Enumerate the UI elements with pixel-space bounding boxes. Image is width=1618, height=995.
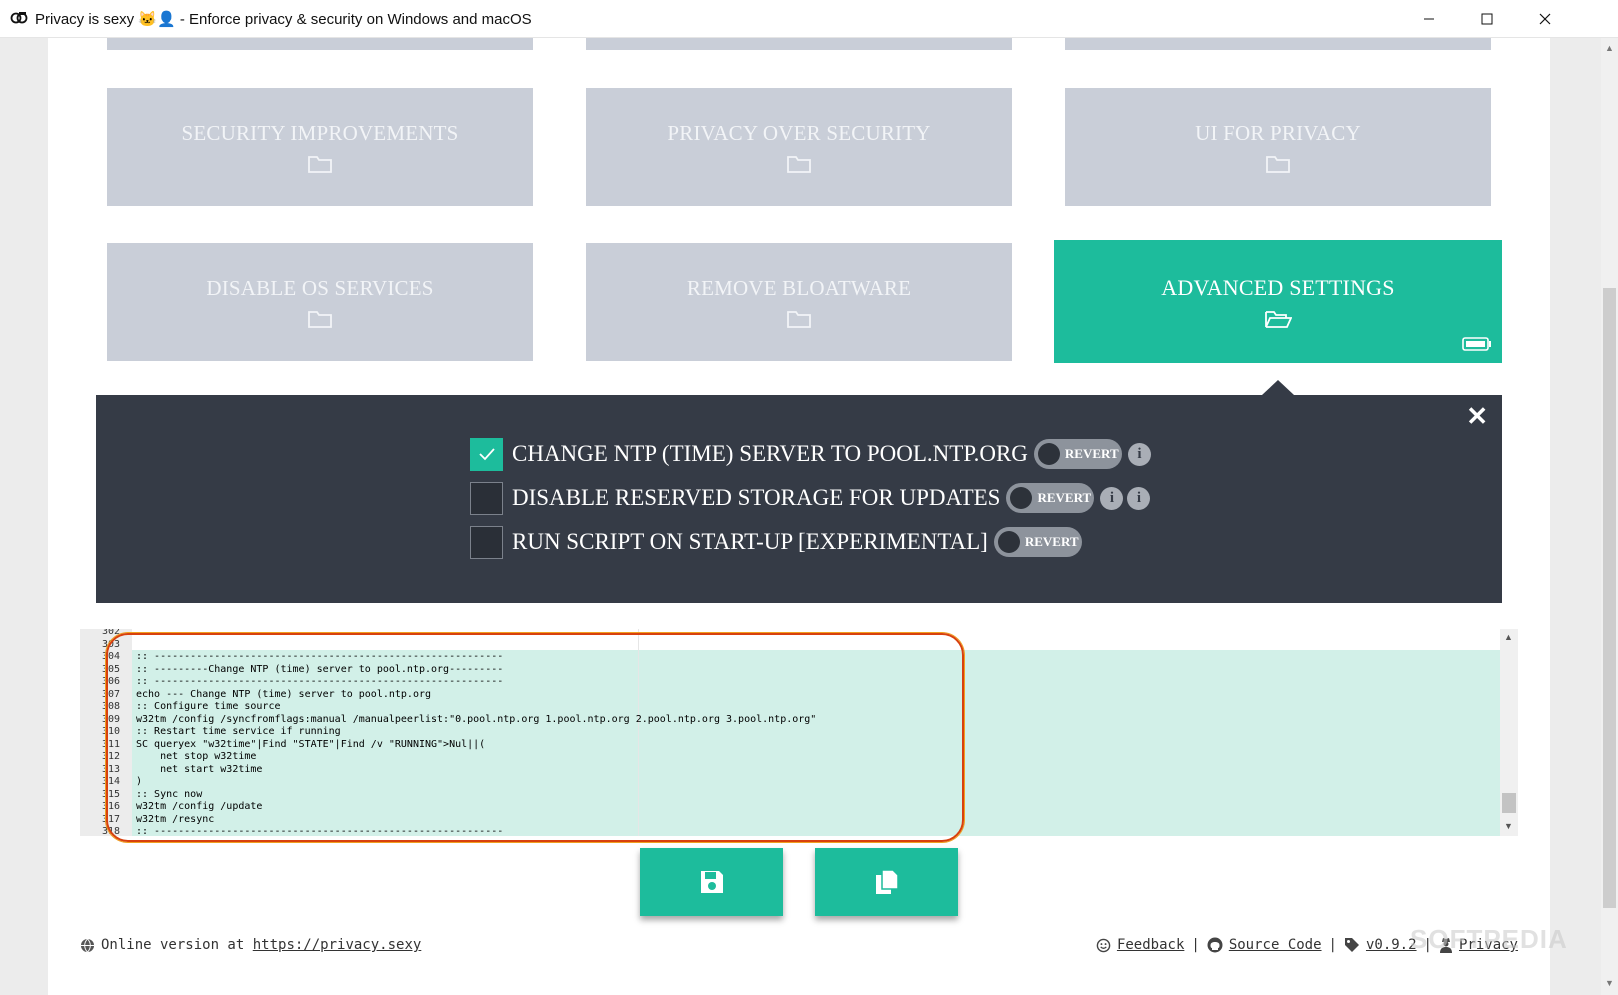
toggle-label: REVERT xyxy=(1037,490,1092,505)
maximize-button[interactable] xyxy=(1458,0,1516,38)
right-gutter xyxy=(1550,38,1601,995)
close-icon xyxy=(1539,13,1551,25)
info-icon[interactable]: i xyxy=(1100,486,1124,510)
checkmark-icon xyxy=(478,448,495,461)
footer-online-version: Online version at https://privacy.sexy xyxy=(80,937,421,953)
save-button[interactable] xyxy=(640,848,783,916)
card-label: PRIVACY OVER SECURITY xyxy=(667,120,931,145)
floppy-disk-icon xyxy=(700,871,723,893)
folder-icon xyxy=(308,155,332,173)
annotation-outline xyxy=(106,633,964,842)
script-row-ntp[interactable]: CHANGE NTP (TIME) SERVER TO POOL.NTP.ORG… xyxy=(470,437,1151,471)
panel-pointer xyxy=(1262,380,1294,395)
card-partial[interactable] xyxy=(1065,38,1491,50)
script-checkbox[interactable] xyxy=(470,437,503,471)
script-checkbox[interactable] xyxy=(470,525,503,559)
info-icon[interactable]: i xyxy=(1127,442,1151,466)
script-label[interactable]: RUN SCRIPT ON START-UP [EXPERIMENTAL] xyxy=(512,529,988,555)
toggle-knob xyxy=(1037,443,1060,465)
github-icon xyxy=(1207,937,1223,953)
script-row-startup[interactable]: RUN SCRIPT ON START-UP [EXPERIMENTAL] RE… xyxy=(470,525,1082,559)
script-checkbox[interactable] xyxy=(470,481,503,515)
script-row-reserved-storage[interactable]: DISABLE RESERVED STORAGE FOR UPDATES REV… xyxy=(470,481,1151,515)
copy-icon xyxy=(875,869,899,894)
footer-separator: | xyxy=(1328,937,1337,953)
code-scrollbar[interactable]: ▲ ▼ xyxy=(1500,629,1518,836)
card-label: SECURITY IMPROVEMENTS xyxy=(181,120,459,145)
minimize-button[interactable] xyxy=(1400,0,1458,38)
source-code-link[interactable]: Source Code xyxy=(1229,937,1322,953)
card-label: REMOVE BLOATWARE xyxy=(686,275,912,300)
scroll-up-arrow-icon[interactable]: ▲ xyxy=(1604,43,1615,54)
close-window-button[interactable] xyxy=(1516,0,1574,38)
folder-icon xyxy=(787,310,811,328)
code-scroll-up-icon[interactable]: ▲ xyxy=(1504,632,1513,642)
card-security-improvements[interactable]: SECURITY IMPROVEMENTS xyxy=(107,88,533,206)
script-label[interactable]: DISABLE RESERVED STORAGE FOR UPDATES xyxy=(512,485,1000,511)
scrollbar-thumb[interactable] xyxy=(1603,288,1616,908)
card-privacy-over-security[interactable]: PRIVACY OVER SECURITY xyxy=(586,88,1012,206)
card-label: ADVANCED SETTINGS xyxy=(1161,274,1395,300)
footer-separator: | xyxy=(1191,937,1200,953)
folder-icon xyxy=(308,310,332,328)
card-label: UI FOR PRIVACY xyxy=(1195,120,1361,145)
card-advanced-settings[interactable]: ADVANCED SETTINGS xyxy=(1054,240,1502,363)
info-icon[interactable]: i xyxy=(1127,486,1151,510)
version-link[interactable]: v0.9.2 xyxy=(1366,937,1417,953)
folder-icon xyxy=(1266,155,1290,173)
globe-icon xyxy=(80,938,95,952)
revert-toggle[interactable]: REVERT xyxy=(1033,439,1122,469)
card-label: DISABLE OS SERVICES xyxy=(206,275,434,300)
title-bar: Privacy is sexy 🐱‍👤 - Enforce privacy & … xyxy=(0,0,1618,38)
smiley-icon xyxy=(1096,938,1111,952)
card-partial[interactable] xyxy=(107,38,533,50)
app-icon xyxy=(10,12,28,24)
scroll-down-arrow-icon[interactable]: ▼ xyxy=(1604,978,1615,989)
card-remove-bloatware[interactable]: REMOVE BLOATWARE xyxy=(586,243,1012,361)
feedback-link[interactable]: Feedback xyxy=(1117,937,1184,953)
window-scrollbar[interactable]: ▲ ▼ xyxy=(1601,38,1618,995)
code-scrollbar-thumb[interactable] xyxy=(1502,793,1516,813)
left-gutter xyxy=(0,38,48,995)
scripts-panel: ✕ CHANGE NTP (TIME) SERVER TO POOL.NTP.O… xyxy=(96,395,1502,603)
toggle-label: REVERT xyxy=(1064,446,1119,461)
window-title: Privacy is sexy 🐱‍👤 - Enforce privacy & … xyxy=(35,11,532,28)
online-version-link[interactable]: https://privacy.sexy xyxy=(253,937,422,953)
watermark: SOFTPEDIA xyxy=(1410,924,1568,954)
card-partial[interactable] xyxy=(586,38,1012,50)
revert-toggle[interactable]: REVERT xyxy=(993,527,1082,557)
folder-icon xyxy=(787,155,811,173)
tag-icon xyxy=(1344,938,1359,952)
card-ui-for-privacy[interactable]: UI FOR PRIVACY xyxy=(1065,88,1491,206)
close-panel-icon[interactable]: ✕ xyxy=(1466,401,1488,432)
code-scroll-down-icon[interactable]: ▼ xyxy=(1504,821,1513,831)
battery-icon xyxy=(1462,337,1491,351)
folder-open-icon xyxy=(1265,310,1292,328)
toggle-label: REVERT xyxy=(1024,534,1079,549)
online-version-prefix: Online version at xyxy=(101,937,245,953)
script-label[interactable]: CHANGE NTP (TIME) SERVER TO POOL.NTP.ORG xyxy=(512,441,1028,467)
toggle-knob xyxy=(997,531,1020,553)
copy-button[interactable] xyxy=(815,848,958,916)
maximize-icon xyxy=(1481,13,1493,25)
toggle-knob xyxy=(1010,487,1033,509)
revert-toggle[interactable]: REVERT xyxy=(1006,483,1095,513)
minimize-icon xyxy=(1424,18,1434,20)
card-disable-os-services[interactable]: DISABLE OS SERVICES xyxy=(107,243,533,361)
